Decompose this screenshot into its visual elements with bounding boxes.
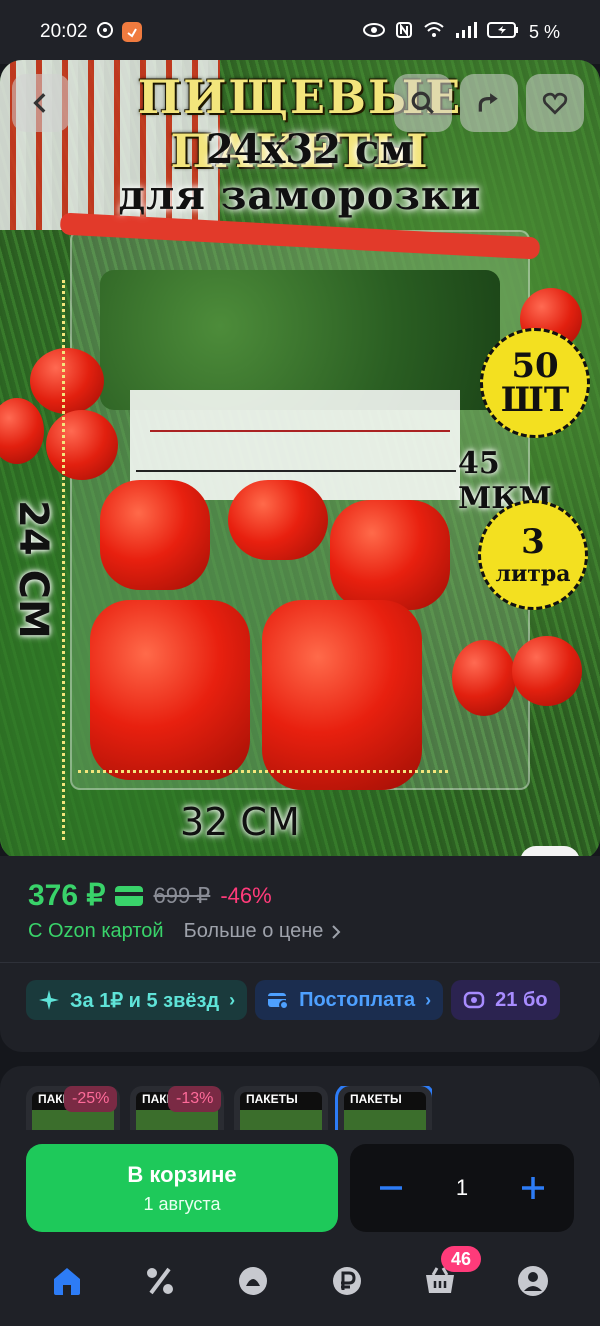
count-value: 50 — [511, 346, 559, 386]
price-row: 376 ₽ 699 ₽ -46% — [28, 878, 272, 913]
status-time: 20:02 — [40, 21, 88, 42]
tomato-illustration — [330, 500, 450, 610]
sparkle-icon — [39, 990, 59, 1010]
hero-subtitle: для заморозки — [118, 172, 482, 219]
tomato-illustration — [30, 348, 104, 414]
battery-icon — [486, 21, 519, 44]
dimension-height-label: 24 СМ — [10, 500, 56, 639]
dimension-width-label: 32 СМ — [180, 800, 300, 844]
chip-postpay[interactable]: Постоплата › — [255, 980, 444, 1020]
decrease-quantity-button[interactable] — [376, 1173, 406, 1203]
count-badge: 50 ШТ — [480, 328, 590, 438]
share-icon — [478, 93, 498, 112]
whatsapp-icon — [96, 21, 114, 43]
wallet-icon — [268, 993, 290, 1010]
favorite-button[interactable] — [526, 74, 584, 132]
greens-illustration — [100, 270, 500, 410]
nav-cart[interactable]: 46 — [415, 1246, 481, 1306]
volume-unit: литра — [495, 561, 571, 587]
search-button[interactable] — [394, 74, 452, 132]
nav-home[interactable] — [42, 1256, 92, 1306]
chevron-right-icon: › — [425, 989, 432, 1010]
chevron-right-icon: › — [229, 989, 236, 1010]
wifi-icon — [423, 21, 445, 44]
more-about-price-link[interactable]: Больше о цене — [184, 920, 342, 943]
variant-thumbs: ПАКЕ -25% ПАКЕ -13% ПАКЕТЫ ПАКЕТЫ — [26, 1086, 432, 1132]
ruble-icon — [332, 1267, 361, 1295]
quantity-value: 1 — [455, 1175, 469, 1200]
pepper-illustration — [262, 600, 422, 790]
more-about-price-label: Больше о цене — [183, 920, 324, 942]
chip-stars-label: За 1₽ и 5 звёзд — [70, 989, 220, 1012]
variant-image-text: ПАКЕТЫ — [350, 1092, 402, 1106]
back-button[interactable] — [12, 74, 70, 132]
price-card: 376 ₽ 699 ₽ -46% С Ozon картой Больше о … — [0, 856, 600, 1052]
percent-icon — [146, 1267, 173, 1295]
price-sub-row: С Ozon картой Больше о цене — [28, 920, 341, 943]
delivery-date: 1 августа — [143, 1193, 221, 1214]
ozon-card-label: С Ozon картой — [28, 920, 164, 942]
volume-badge: 3 литра — [478, 500, 588, 610]
variant-thumb[interactable]: ПАКЕТЫ — [234, 1086, 328, 1132]
chip-bonus[interactable]: 21 бо — [451, 980, 560, 1020]
fresh-icon — [239, 1267, 268, 1295]
hero-size: 24х32 см — [205, 126, 415, 173]
variant-thumb[interactable]: ПАКЕ -13% — [130, 1086, 224, 1132]
app-badge-icon — [121, 22, 142, 42]
dimension-line-vertical — [62, 280, 66, 840]
increase-quantity-button[interactable] — [518, 1173, 548, 1203]
current-price: 376 ₽ — [28, 879, 106, 912]
signal-icon — [455, 21, 477, 44]
nav-finance[interactable] — [322, 1256, 372, 1306]
promo-chips: За 1₽ и 5 звёзд › Постоплата › 21 бо — [26, 980, 600, 1020]
bonus-icon — [463, 991, 485, 1009]
cart-action-bar: В корзине 1 августа 1 — [0, 1130, 600, 1236]
quantity-stepper: 1 — [350, 1144, 574, 1232]
variant-thumb[interactable]: ПАКЕ -25% — [26, 1086, 120, 1132]
nav-profile[interactable] — [508, 1256, 558, 1306]
old-price: 699 ₽ — [153, 882, 211, 908]
eye-icon — [362, 22, 385, 42]
bottom-nav: 46 — [0, 1236, 600, 1326]
status-bar: 20:02 5 % — [0, 0, 600, 64]
variant-thumb-selected[interactable]: ПАКЕТЫ — [335, 1086, 432, 1132]
chip-bonus-label: 21 бо — [495, 988, 548, 1011]
discount-percent: -46% — [220, 882, 272, 908]
count-unit: ШТ — [500, 380, 570, 420]
tomato-illustration — [46, 410, 118, 480]
ozon-card-icon — [115, 885, 144, 906]
chevron-right-icon — [332, 924, 341, 939]
in-cart-label: В корзине — [127, 1161, 237, 1187]
pepper-illustration — [90, 600, 250, 780]
nav-fresh[interactable] — [228, 1256, 278, 1306]
dimension-line-horizontal — [78, 770, 448, 774]
divider — [0, 962, 600, 963]
tomato-illustration — [512, 636, 582, 706]
home-icon — [53, 1268, 80, 1295]
cart-count-badge: 46 — [440, 1246, 481, 1272]
back-icon — [33, 93, 46, 113]
tomato-illustration — [228, 480, 328, 560]
chip-stars-offer[interactable]: За 1₽ и 5 звёзд › — [26, 980, 248, 1020]
search-icon — [411, 91, 434, 114]
variant-discount: -25% — [64, 1086, 118, 1112]
share-button[interactable] — [460, 74, 518, 132]
heart-icon — [542, 92, 568, 115]
battery-percent: 5 % — [528, 21, 560, 42]
tomato-illustration — [452, 640, 516, 716]
nfc-icon — [395, 21, 413, 44]
volume-value: 3 — [521, 522, 545, 562]
product-image[interactable]: ПИЩЕВЫЕ ПАКЕТЫ 24х32 см для заморозки 24… — [0, 60, 600, 860]
variant-image-text: ПАКЕТЫ — [246, 1092, 298, 1106]
tomato-illustration — [100, 480, 210, 590]
variant-discount: -13% — [168, 1086, 222, 1112]
chip-postpay-label: Постоплата — [299, 988, 416, 1011]
in-cart-button[interactable]: В корзине 1 августа — [26, 1144, 338, 1232]
profile-icon — [518, 1266, 549, 1296]
nav-discounts[interactable] — [135, 1256, 185, 1306]
app-root: 20:02 5 % ПИЩЕВЫЕ ПАКЕТЫ 24х32 см для за… — [0, 0, 600, 1326]
